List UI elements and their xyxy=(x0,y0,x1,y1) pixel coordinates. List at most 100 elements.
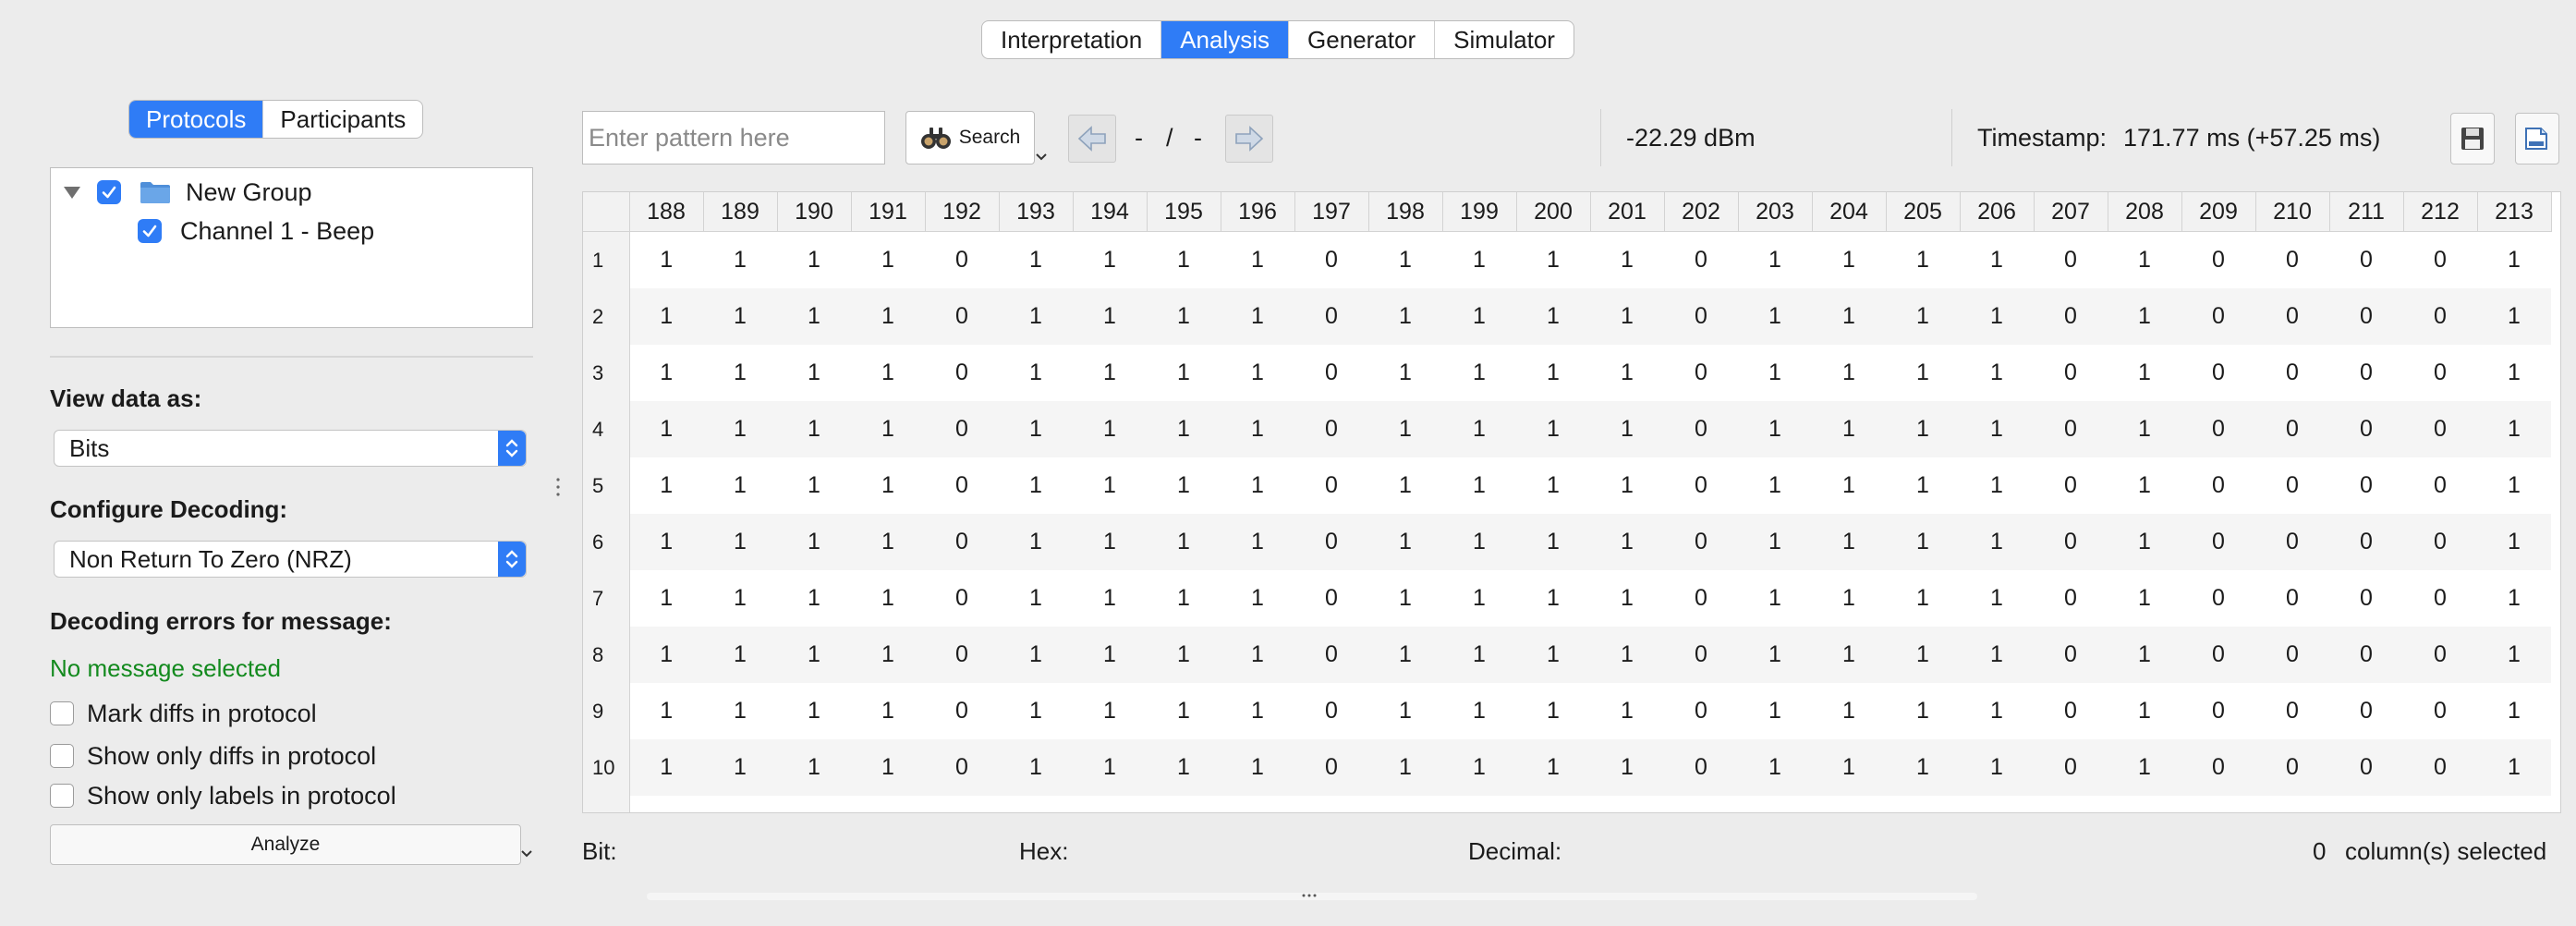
bit-cell[interactable]: 0 xyxy=(2329,457,2403,514)
bit-cell[interactable]: 0 xyxy=(2255,345,2329,401)
bit-cell[interactable]: 1 xyxy=(1812,796,1886,812)
bit-cell[interactable]: 1 xyxy=(2108,232,2181,289)
bit-cell[interactable]: 1 xyxy=(1442,739,1516,796)
bit-cell[interactable]: 1 xyxy=(629,627,703,683)
column-header[interactable]: 207 xyxy=(2034,192,2108,232)
bit-cell[interactable]: 1 xyxy=(1960,570,2034,627)
bit-cell[interactable]: 1 xyxy=(1221,345,1294,401)
bit-cell[interactable]: 1 xyxy=(777,514,851,570)
bit-cell[interactable]: 1 xyxy=(1590,401,1664,457)
view-data-select[interactable]: Bits xyxy=(54,430,527,467)
column-header[interactable]: 211 xyxy=(2329,192,2404,232)
bit-cell[interactable]: 1 xyxy=(1812,288,1886,345)
bit-cell[interactable]: 1 xyxy=(2477,570,2551,627)
bit-cell[interactable]: 1 xyxy=(1221,514,1294,570)
bit-cell[interactable]: 1 xyxy=(1442,514,1516,570)
bit-cell[interactable]: 0 xyxy=(2181,288,2255,345)
bit-cell[interactable]: 1 xyxy=(1442,570,1516,627)
bit-cell[interactable]: 1 xyxy=(629,514,703,570)
bit-cell[interactable]: 0 xyxy=(2329,796,2403,812)
bit-cell[interactable]: 1 xyxy=(1073,457,1147,514)
tab-analysis[interactable]: Analysis xyxy=(1161,21,1290,58)
bit-cell[interactable]: 1 xyxy=(2477,232,2551,289)
bit-cell[interactable]: 1 xyxy=(1590,514,1664,570)
bit-cell[interactable]: 1 xyxy=(999,570,1073,627)
bit-cell[interactable]: 0 xyxy=(1664,796,1738,812)
splitter-handle-icon[interactable] xyxy=(555,476,561,498)
bit-cell[interactable]: 1 xyxy=(629,232,703,289)
bit-cell[interactable]: 1 xyxy=(777,232,851,289)
bit-cell[interactable]: 1 xyxy=(1590,683,1664,739)
bit-cell[interactable]: 1 xyxy=(851,570,925,627)
bit-cell[interactable]: 0 xyxy=(2255,457,2329,514)
bit-cell[interactable]: 0 xyxy=(1294,288,1368,345)
protocol-table[interactable]: 188 189 190 191 192 193 194 195 196 197 198 199 200 2… xyxy=(582,191,2561,813)
column-header[interactable]: 195 xyxy=(1147,192,1221,232)
bit-cell[interactable]: 1 xyxy=(851,739,925,796)
column-header[interactable]: 200 xyxy=(1516,192,1591,232)
row-header[interactable]: 3 xyxy=(583,345,630,401)
bit-cell[interactable]: 1 xyxy=(1738,401,1812,457)
table-row[interactable]: 711110111101111011110100001 xyxy=(583,570,2551,627)
bit-cell[interactable]: 0 xyxy=(2181,232,2255,289)
bit-cell[interactable]: 0 xyxy=(2034,683,2108,739)
bit-cell[interactable]: 1 xyxy=(1886,401,1960,457)
table-row[interactable]: 111110111101111011110100001 xyxy=(583,231,2551,289)
bit-cell[interactable]: 0 xyxy=(2329,288,2403,345)
bit-cell[interactable]: 1 xyxy=(2477,796,2551,812)
bit-cell[interactable]: 0 xyxy=(2034,739,2108,796)
bit-cell[interactable]: 0 xyxy=(2403,288,2477,345)
bit-cell[interactable]: 0 xyxy=(925,627,999,683)
bit-cell[interactable]: 1 xyxy=(1147,739,1221,796)
show-labels-checkbox[interactable] xyxy=(50,784,74,808)
bit-cell[interactable]: 1 xyxy=(1960,796,2034,812)
bit-cell[interactable]: 1 xyxy=(629,457,703,514)
bit-cell[interactable]: 1 xyxy=(851,683,925,739)
bit-cell[interactable]: 1 xyxy=(1442,232,1516,289)
bit-cell[interactable]: 0 xyxy=(925,796,999,812)
bit-cell[interactable]: 1 xyxy=(1147,796,1221,812)
bit-cell[interactable]: 1 xyxy=(1221,401,1294,457)
bit-cell[interactable]: 0 xyxy=(925,288,999,345)
bit-cell[interactable]: 0 xyxy=(2034,796,2108,812)
bit-cell[interactable]: 1 xyxy=(2108,570,2181,627)
bit-cell[interactable]: 0 xyxy=(2329,232,2403,289)
bit-cell[interactable]: 1 xyxy=(1960,401,2034,457)
bit-cell[interactable]: 1 xyxy=(777,739,851,796)
bit-cell[interactable]: 1 xyxy=(1738,232,1812,289)
bit-cell[interactable]: 1 xyxy=(1886,739,1960,796)
group-checkbox[interactable] xyxy=(97,180,121,204)
bit-cell[interactable]: 1 xyxy=(777,457,851,514)
bit-cell[interactable]: 1 xyxy=(1516,570,1590,627)
show-diffs-checkbox[interactable] xyxy=(50,744,74,768)
bit-cell[interactable]: 1 xyxy=(1516,514,1590,570)
bit-cell[interactable]: 1 xyxy=(703,401,777,457)
column-header[interactable]: 208 xyxy=(2108,192,2182,232)
bit-cell[interactable]: 0 xyxy=(1664,288,1738,345)
bit-cell[interactable]: 1 xyxy=(1221,739,1294,796)
bit-cell[interactable]: 1 xyxy=(777,570,851,627)
show-diffs-checkbox-row[interactable]: Show only diffs in protocol xyxy=(50,739,376,773)
bit-cell[interactable]: 1 xyxy=(1516,345,1590,401)
bit-cell[interactable]: 1 xyxy=(1886,345,1960,401)
bit-cell[interactable]: 0 xyxy=(2034,232,2108,289)
bit-cell[interactable]: 1 xyxy=(1812,627,1886,683)
bit-cell[interactable]: 1 xyxy=(1812,514,1886,570)
previous-result-button[interactable] xyxy=(1068,115,1116,163)
column-header[interactable]: 197 xyxy=(1294,192,1369,232)
tree-item-row[interactable]: Channel 1 - Beep xyxy=(138,213,374,250)
bit-cell[interactable]: 1 xyxy=(2477,683,2551,739)
bit-cell[interactable]: 1 xyxy=(777,345,851,401)
bit-cell[interactable]: 1 xyxy=(629,345,703,401)
bit-cell[interactable]: 1 xyxy=(1516,457,1590,514)
bit-cell[interactable]: 1 xyxy=(1960,739,2034,796)
bit-cell[interactable]: 1 xyxy=(1368,345,1442,401)
bit-cell[interactable]: 0 xyxy=(1294,457,1368,514)
tab-participants[interactable]: Participants xyxy=(263,101,422,138)
bit-cell[interactable]: 0 xyxy=(2403,570,2477,627)
bit-cell[interactable]: 1 xyxy=(2108,401,2181,457)
bit-cell[interactable]: 1 xyxy=(2477,288,2551,345)
bit-cell[interactable]: 1 xyxy=(1221,570,1294,627)
bit-cell[interactable]: 1 xyxy=(703,345,777,401)
bit-cell[interactable]: 0 xyxy=(1294,232,1368,289)
